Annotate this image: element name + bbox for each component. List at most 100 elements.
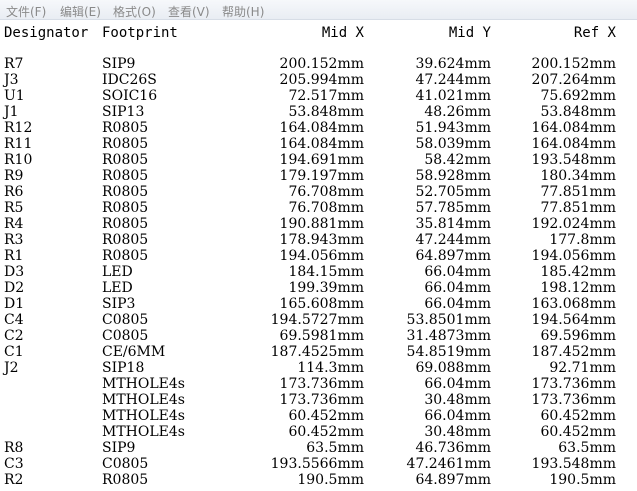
- table-row: R2 R0805 190.5mm 64.897mm 190.5mm: [0, 472, 637, 488]
- cell-mid-x: 60.452mm: [288, 424, 364, 440]
- cell-mid-y: 31.4873mm: [406, 328, 491, 344]
- cell-mid-x: 173.736mm: [279, 392, 364, 408]
- cell-designator: D1: [4, 296, 25, 312]
- cell-mid-y: 57.785mm: [415, 200, 491, 216]
- cell-designator: C3: [4, 456, 24, 472]
- cell-footprint: MTHOLE4s: [102, 376, 185, 392]
- cell-footprint: MTHOLE4s: [102, 424, 185, 440]
- cell-ref-x: 193.548mm: [531, 456, 616, 472]
- cell-ref-x: 164.084mm: [531, 120, 616, 136]
- table-row: J1 SIP13 53.848mm 48.26mm 53.848mm: [0, 104, 637, 120]
- table-row: R3 R0805 178.943mm 47.244mm 177.8mm: [0, 232, 637, 248]
- cell-mid-x: 200.152mm: [279, 56, 364, 72]
- cell-ref-x: 190.5mm: [549, 472, 616, 488]
- header-mid-x: Mid X: [321, 25, 364, 41]
- cell-footprint: LED: [102, 280, 133, 296]
- cell-mid-y: 66.04mm: [424, 296, 491, 312]
- cell-footprint: C0805: [102, 456, 149, 472]
- cell-designator: R7: [4, 56, 24, 72]
- cell-mid-y: 58.42mm: [424, 152, 491, 168]
- table-row: J3 IDC26S 205.994mm 47.244mm 207.264mm: [0, 72, 637, 88]
- menu-format[interactable]: 格式(O): [113, 3, 156, 20]
- menu-help[interactable]: 帮助(H): [222, 3, 264, 20]
- table-row: MTHOLE4s 60.452mm 66.04mm 60.452mm: [0, 408, 637, 424]
- cell-footprint: C0805: [102, 328, 149, 344]
- cell-designator: D3: [4, 264, 25, 280]
- header-ref-x: Ref X: [573, 25, 616, 41]
- cell-mid-y: 66.04mm: [424, 376, 491, 392]
- cell-ref-x: 75.692mm: [540, 88, 616, 104]
- cell-designator: C2: [4, 328, 24, 344]
- cell-designator: J3: [4, 72, 19, 88]
- table-row: R11 R0805 164.084mm 58.039mm 164.084mm: [0, 136, 637, 152]
- cell-mid-x: 63.5mm: [306, 440, 364, 456]
- cell-mid-y: 69.088mm: [415, 360, 491, 376]
- cell-ref-x: 69.596mm: [540, 328, 616, 344]
- cell-footprint: MTHOLE4s: [102, 408, 185, 424]
- table-row: C1 CE/6MM 187.4525mm 54.8519mm 187.452mm: [0, 344, 637, 360]
- cell-mid-x: 53.848mm: [288, 104, 364, 120]
- cell-footprint: R0805: [102, 248, 149, 264]
- cell-designator: C1: [4, 344, 24, 360]
- cell-mid-x: 114.3mm: [297, 360, 364, 376]
- cell-mid-x: 199.39mm: [288, 280, 364, 296]
- cell-mid-y: 39.624mm: [415, 56, 491, 72]
- cell-mid-y: 53.8501mm: [406, 312, 491, 328]
- cell-designator: R10: [4, 152, 33, 168]
- cell-mid-y: 58.928mm: [415, 168, 491, 184]
- cell-ref-x: 77.851mm: [540, 184, 616, 200]
- cell-footprint: R0805: [102, 472, 149, 488]
- cell-mid-y: 41.021mm: [415, 88, 491, 104]
- cell-ref-x: 207.264mm: [531, 72, 616, 88]
- cell-designator: R9: [4, 168, 24, 184]
- cell-footprint: R0805: [102, 152, 149, 168]
- header-footprint: Footprint: [102, 25, 178, 41]
- table-row: R7 SIP9 200.152mm 39.624mm 200.152mm: [0, 56, 637, 72]
- table-row: R4 R0805 190.881mm 35.814mm 192.024mm: [0, 216, 637, 232]
- cell-footprint: SIP9: [102, 440, 136, 456]
- cell-ref-x: 193.548mm: [531, 152, 616, 168]
- cell-mid-x: 164.084mm: [279, 120, 364, 136]
- table-row: R6 R0805 76.708mm 52.705mm 77.851mm: [0, 184, 637, 200]
- menu-edit[interactable]: 编辑(E): [60, 3, 101, 20]
- table-row: C2 C0805 69.5981mm 31.4873mm 69.596mm: [0, 328, 637, 344]
- cell-ref-x: 173.736mm: [531, 376, 616, 392]
- cell-footprint: R0805: [102, 184, 149, 200]
- cell-designator: R5: [4, 200, 24, 216]
- cell-ref-x: 77.851mm: [540, 200, 616, 216]
- cell-mid-y: 46.736mm: [415, 440, 491, 456]
- cell-footprint: C0805: [102, 312, 149, 328]
- cell-ref-x: 177.8mm: [549, 232, 616, 248]
- cell-ref-x: 63.5mm: [558, 440, 616, 456]
- cell-mid-y: 64.897mm: [415, 248, 491, 264]
- cell-designator: R12: [4, 120, 33, 136]
- cell-designator: R11: [4, 136, 33, 152]
- cell-mid-x: 72.517mm: [288, 88, 364, 104]
- cell-mid-y: 47.2461mm: [406, 456, 491, 472]
- table-row: R8 SIP9 63.5mm 46.736mm 63.5mm: [0, 440, 637, 456]
- cell-mid-x: 60.452mm: [288, 408, 364, 424]
- cell-mid-y: 51.943mm: [415, 120, 491, 136]
- text-area[interactable]: Designator Footprint Mid X Mid Y Ref X R…: [0, 20, 637, 491]
- cell-mid-y: 54.8519mm: [406, 344, 491, 360]
- cell-designator: D2: [4, 280, 25, 296]
- cell-mid-x: 194.056mm: [279, 248, 364, 264]
- table-row: R10 R0805 194.691mm 58.42mm 193.548mm: [0, 152, 637, 168]
- column-header-row: Designator Footprint Mid X Mid Y Ref X: [0, 25, 637, 41]
- cell-mid-x: 193.5566mm: [270, 456, 364, 472]
- cell-designator: U1: [4, 88, 25, 104]
- cell-footprint: SIP9: [102, 56, 136, 72]
- cell-ref-x: 194.056mm: [531, 248, 616, 264]
- cell-mid-x: 76.708mm: [288, 184, 364, 200]
- menu-file[interactable]: 文件(F): [6, 3, 46, 20]
- menu-view[interactable]: 查看(V): [168, 3, 210, 20]
- cell-mid-y: 35.814mm: [415, 216, 491, 232]
- cell-ref-x: 53.848mm: [540, 104, 616, 120]
- cell-mid-x: 173.736mm: [279, 376, 364, 392]
- cell-footprint: CE/6MM: [102, 344, 166, 360]
- cell-mid-y: 58.039mm: [415, 136, 491, 152]
- cell-mid-x: 179.197mm: [279, 168, 364, 184]
- cell-mid-x: 190.881mm: [279, 216, 364, 232]
- cell-mid-y: 66.04mm: [424, 408, 491, 424]
- table-row: R1 R0805 194.056mm 64.897mm 194.056mm: [0, 248, 637, 264]
